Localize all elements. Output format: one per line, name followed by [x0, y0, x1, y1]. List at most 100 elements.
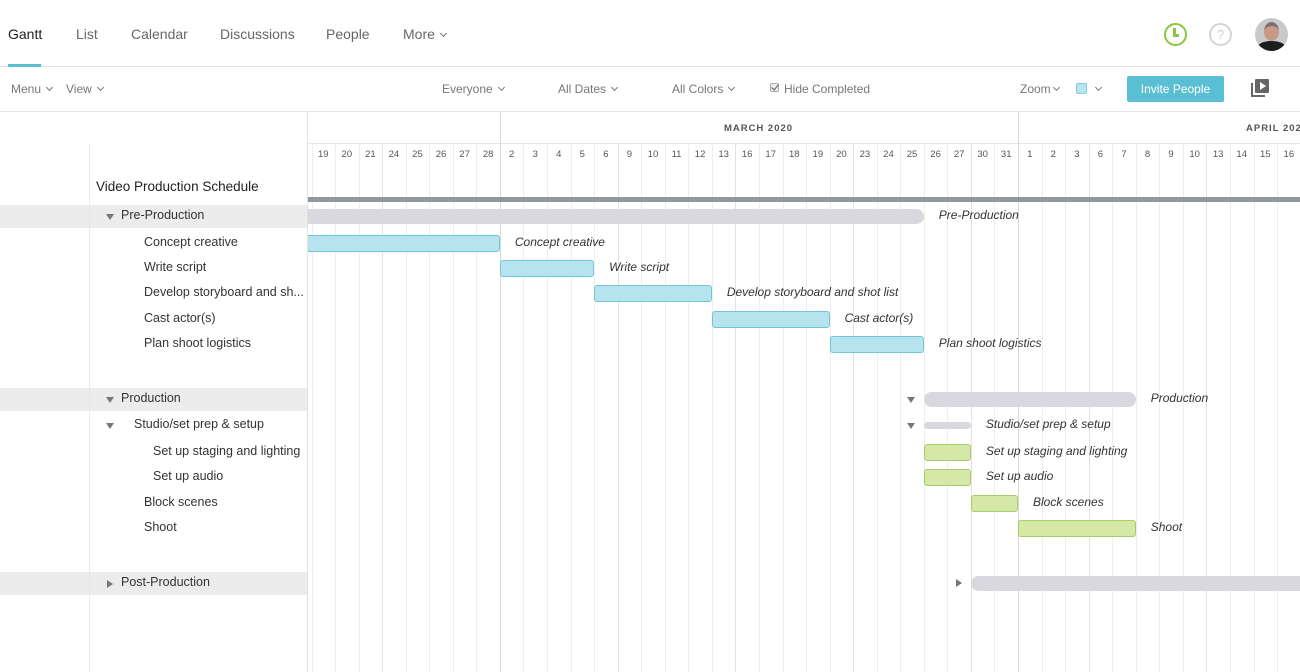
- day-label: 17: [765, 149, 776, 160]
- task-name[interactable]: Plan shoot logistics: [144, 336, 251, 350]
- day-label: 21: [365, 149, 376, 160]
- chevron-down-icon: [728, 83, 736, 92]
- day-label: 2: [1050, 149, 1056, 160]
- grid-line: [1253, 144, 1255, 672]
- bar-label: Write script: [609, 260, 670, 274]
- collapse-triangle-icon[interactable]: [106, 397, 114, 403]
- day-label: 30: [977, 149, 988, 160]
- day-label: 8: [1144, 149, 1151, 160]
- collapse-triangle-icon[interactable]: [906, 423, 915, 429]
- hide-completed-toggle[interactable]: Hide Completed: [770, 82, 870, 96]
- bar-label: Plan shoot logistics: [938, 336, 1042, 350]
- tab-gantt[interactable]: Gantt: [8, 26, 42, 42]
- summary-bar[interactable]: [923, 421, 971, 429]
- task-bar[interactable]: [594, 284, 712, 302]
- task-name[interactable]: Set up audio: [153, 469, 223, 483]
- clock-icon[interactable]: [1164, 23, 1187, 46]
- day-label: 24: [883, 149, 894, 160]
- task-name[interactable]: Develop storyboard and sh...: [144, 285, 304, 299]
- zoom-dropdown[interactable]: Zoom: [1020, 82, 1060, 96]
- task-name[interactable]: Write script: [144, 260, 206, 274]
- bar-label: Cast actor(s): [844, 311, 914, 325]
- task-name[interactable]: Post-Production: [121, 575, 210, 589]
- day-label: 4: [556, 149, 562, 160]
- task-name[interactable]: Concept creative: [144, 235, 238, 249]
- grid-line: [923, 144, 925, 672]
- chevron-down-icon: [1052, 83, 1060, 92]
- task-name[interactable]: Pre-Production: [121, 208, 204, 222]
- chevron-down-icon: [96, 83, 104, 92]
- task-bar[interactable]: [1018, 519, 1136, 537]
- colors-label: All Colors: [672, 82, 724, 96]
- presentation-icon[interactable]: [1251, 79, 1271, 99]
- task-name[interactable]: Production: [121, 391, 181, 405]
- everyone-filter[interactable]: Everyone: [442, 82, 505, 96]
- bar-label: Shoot: [1150, 520, 1183, 534]
- project-title[interactable]: Video Production Schedule: [96, 179, 259, 194]
- day-label: 26: [930, 149, 941, 160]
- day-label: 23: [859, 149, 871, 160]
- task-name[interactable]: Shoot: [144, 520, 177, 534]
- chevron-down-icon: [497, 83, 505, 92]
- summary-bar[interactable]: [923, 391, 1136, 407]
- tab-people[interactable]: People: [326, 26, 370, 42]
- task-bar[interactable]: [499, 259, 595, 277]
- day-label: 27: [459, 149, 470, 160]
- invite-people-button[interactable]: Invite People: [1127, 76, 1224, 102]
- project-summary-bar[interactable]: [308, 197, 1300, 202]
- task-bar[interactable]: [308, 234, 500, 252]
- bar-label: Pre-Production: [938, 208, 1019, 222]
- month-header: [308, 112, 1300, 144]
- tab-more-label: More: [403, 26, 435, 42]
- expand-triangle-icon[interactable]: [107, 580, 113, 588]
- day-label: 26: [435, 149, 447, 160]
- day-label: 3: [1074, 149, 1080, 160]
- colors-filter[interactable]: All Colors: [672, 82, 736, 96]
- hide-completed-label: Hide Completed: [784, 82, 871, 96]
- day-label: 14: [1236, 149, 1247, 160]
- day-label: 2: [509, 149, 515, 160]
- summary-bar[interactable]: [308, 208, 924, 224]
- view-dropdown[interactable]: View: [66, 82, 104, 96]
- day-label: 16: [1283, 149, 1295, 160]
- hide-completed-checkbox[interactable]: [770, 83, 779, 92]
- avatar[interactable]: [1255, 18, 1288, 51]
- tab-calendar[interactable]: Calendar: [131, 26, 188, 42]
- expand-triangle-icon[interactable]: [955, 579, 962, 587]
- grid-line: [970, 144, 972, 672]
- task-bar[interactable]: [829, 335, 924, 353]
- dates-filter[interactable]: All Dates: [558, 82, 619, 96]
- task-name[interactable]: Cast actor(s): [144, 311, 216, 325]
- menu-dropdown[interactable]: Menu: [11, 82, 54, 96]
- tab-discussions[interactable]: Discussions: [220, 26, 295, 42]
- chevron-down-icon: [45, 83, 54, 92]
- day-label: 5: [579, 149, 585, 160]
- day-label: 25: [906, 149, 918, 160]
- task-name[interactable]: Block scenes: [144, 495, 218, 509]
- task-bar[interactable]: [711, 310, 830, 328]
- task-bar[interactable]: [970, 494, 1018, 512]
- summary-bar[interactable]: [970, 575, 1300, 591]
- color-dropdown[interactable]: [1076, 82, 1103, 96]
- task-name[interactable]: Studio/set prep & setup: [134, 417, 264, 431]
- task-bar[interactable]: [923, 468, 971, 486]
- task-bar[interactable]: [923, 443, 971, 461]
- day-label: 31: [1000, 149, 1012, 160]
- day-label: 13: [718, 149, 729, 160]
- tab-more[interactable]: More: [403, 26, 447, 42]
- collapse-triangle-icon[interactable]: [906, 397, 915, 403]
- bar-label: Block scenes: [1033, 495, 1104, 509]
- help-icon[interactable]: ?: [1209, 23, 1232, 46]
- tab-list[interactable]: List: [76, 26, 98, 42]
- collapse-triangle-icon[interactable]: [106, 214, 114, 220]
- day-label: 15: [1259, 149, 1271, 160]
- chevron-down-icon: [439, 29, 447, 38]
- collapse-triangle-icon[interactable]: [106, 423, 114, 429]
- bar-label: Set up audio: [985, 469, 1054, 483]
- day-label: 25: [412, 149, 423, 160]
- grid-line: [1041, 144, 1043, 672]
- day-label: 9: [1168, 149, 1174, 160]
- chevron-down-icon: [1094, 83, 1103, 92]
- task-name[interactable]: Set up staging and lighting: [153, 444, 300, 458]
- grid-line: [1206, 144, 1208, 672]
